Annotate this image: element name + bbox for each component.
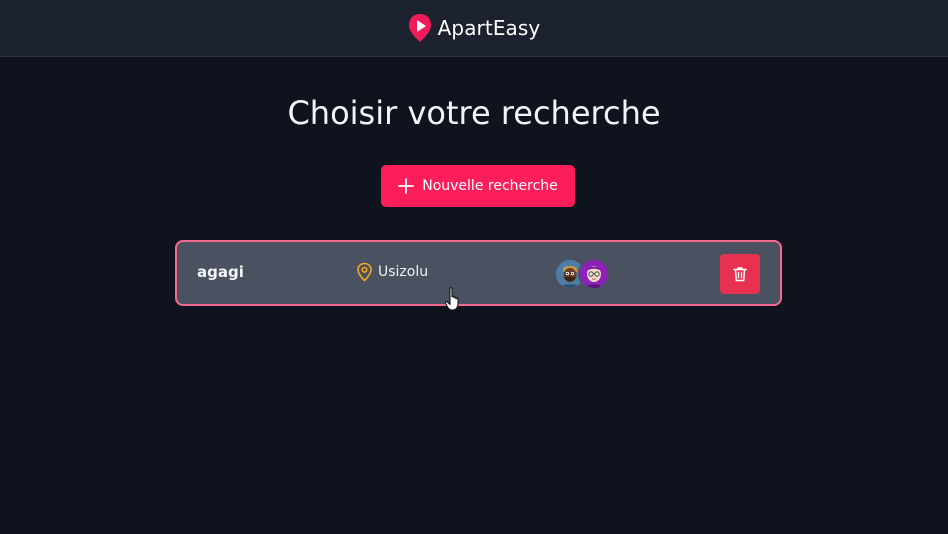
members-avatars	[554, 258, 614, 290]
delete-search-button[interactable]	[720, 254, 760, 294]
search-name: agagi	[197, 263, 244, 281]
pointer-cursor-icon	[444, 287, 459, 311]
search-location: Usizolu	[356, 262, 428, 282]
search-card[interactable]: agagi Usizolu	[175, 240, 782, 306]
new-search-button[interactable]: Nouvelle recherche	[381, 165, 575, 207]
brand[interactable]: ApartEasy	[408, 13, 541, 43]
new-search-label: Nouvelle recherche	[422, 178, 558, 194]
location-label: Usizolu	[378, 264, 429, 280]
plus-icon	[398, 178, 415, 194]
brand-name: ApartEasy	[437, 16, 541, 40]
glasses-person-avatar	[578, 258, 610, 290]
top-navbar: ApartEasy	[0, 0, 948, 57]
page-title: Choisir votre recherche	[287, 94, 661, 132]
brand-logo-icon	[408, 14, 431, 42]
trash-icon	[733, 267, 747, 282]
location-pin-icon	[357, 262, 372, 282]
